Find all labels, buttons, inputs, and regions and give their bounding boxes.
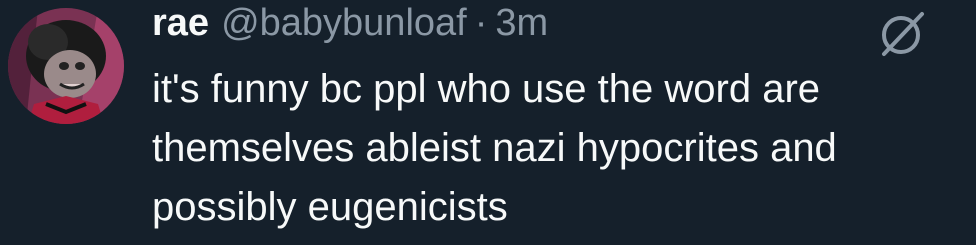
tweet-text-line: themselves ableist nazi hypocrites and [152,126,837,170]
tweet-text: it's funny bc ppl who use the word are t… [152,60,964,237]
tweet-text-line: possibly eugenicists [152,185,508,229]
tweet-header: rae @babybunloaf · 3m [152,2,548,62]
separator-dot: · [474,2,488,44]
avatar-image [8,8,124,124]
display-name[interactable]: rae [152,2,209,45]
timestamp[interactable]: 3m [495,2,548,45]
avatar[interactable] [8,8,124,124]
grok-icon[interactable] [876,8,928,60]
user-handle[interactable]: @babybunloaf [221,2,467,45]
tweet-text-line: it's funny bc ppl who use the word are [152,67,821,111]
tweet[interactable]: rae @babybunloaf · 3m it's funny bc ppl … [0,0,976,245]
